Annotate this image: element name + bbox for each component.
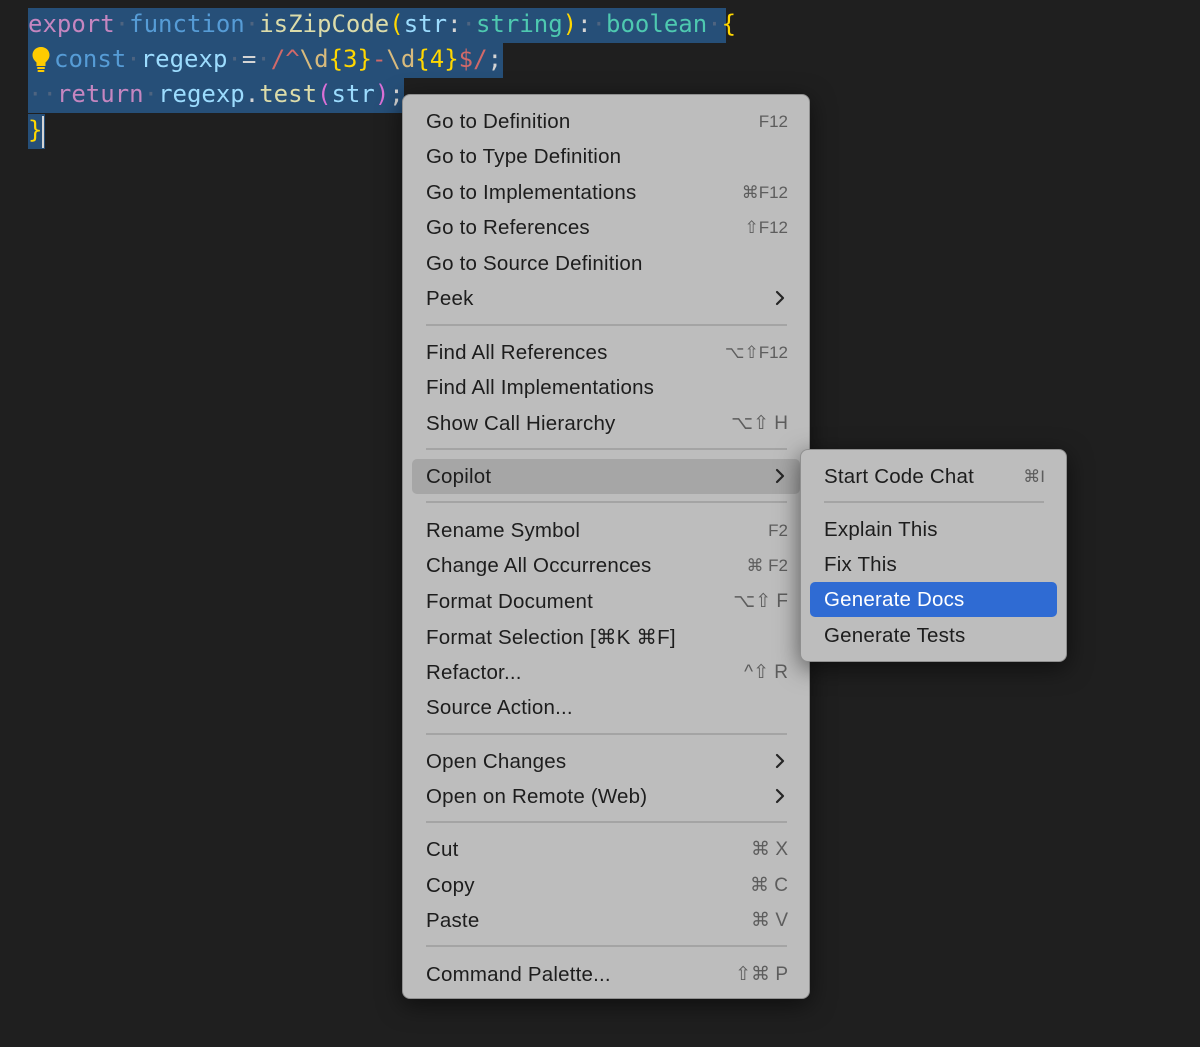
chevron-right-icon <box>770 786 790 806</box>
editor-context-menu: Go to Definition F12 Go to Type Definitio… <box>402 94 810 999</box>
menu-separator <box>824 501 1044 503</box>
menu-item-peek[interactable]: Peek <box>412 281 800 316</box>
menu-item-generate-tests[interactable]: Generate Tests <box>810 618 1057 653</box>
code-line-1[interactable]: export·function·isZipCode(str:·string):·… <box>28 8 736 43</box>
menu-separator <box>426 945 787 947</box>
menu-item-find-all-references[interactable]: Find All References ⌥⇧F12 <box>412 335 800 370</box>
text-cursor <box>42 116 44 148</box>
menu-item-go-to-source-definition[interactable]: Go to Source Definition <box>412 246 800 281</box>
regex-quantifier-2: {4} <box>415 45 459 73</box>
menu-item-go-to-definition[interactable]: Go to Definition F12 <box>412 104 800 139</box>
regex-digit-1: \d <box>299 45 329 73</box>
menu-item-go-to-type-definition[interactable]: Go to Type Definition <box>412 139 800 174</box>
chevron-right-icon <box>770 751 790 771</box>
menu-item-open-changes[interactable]: Open Changes <box>412 744 800 779</box>
param-name: str <box>403 10 448 38</box>
menu-item-rename-symbol[interactable]: Rename Symbol F2 <box>412 513 800 548</box>
menu-item-change-all-occurrences[interactable]: Change All Occurrences ⌘ F2 <box>412 548 800 583</box>
return-type: boolean <box>606 10 708 38</box>
method-name: test <box>259 80 318 108</box>
chevron-right-icon <box>770 288 790 308</box>
menu-item-fix-this[interactable]: Fix This <box>810 547 1057 582</box>
menu-item-refactor[interactable]: Refactor... ^⇧ R <box>412 655 800 690</box>
function-name: isZipCode <box>259 10 390 38</box>
menu-item-format-selection[interactable]: Format Selection [⌘K ⌘F] <box>412 619 800 654</box>
menu-item-copy[interactable]: Copy ⌘ C <box>412 868 800 903</box>
menu-item-start-code-chat[interactable]: Start Code Chat ⌘I <box>810 459 1057 494</box>
menu-item-open-on-remote[interactable]: Open on Remote (Web) <box>412 779 800 814</box>
function-keyword: function <box>129 10 245 38</box>
const-keyword: const <box>54 45 127 73</box>
object-name: regexp <box>158 80 245 108</box>
regex-open: /^ <box>270 45 300 73</box>
variable-name: regexp <box>140 45 228 73</box>
regex-dash: - <box>371 45 387 73</box>
copilot-submenu: Start Code Chat ⌘I Explain This Fix This … <box>800 449 1067 662</box>
menu-separator <box>426 821 787 823</box>
code-line-2[interactable]: const·regexp·=·/^\d{3}-\d{4}$/; <box>28 43 503 78</box>
menu-item-find-all-implementations[interactable]: Find All Implementations <box>412 370 800 405</box>
regex-digit-2: \d <box>386 45 416 73</box>
menu-item-command-palette[interactable]: Command Palette... ⇧⌘ P <box>412 957 800 992</box>
return-keyword: return <box>56 80 144 108</box>
menu-item-go-to-implementations[interactable]: Go to Implementations ⌘F12 <box>412 175 800 210</box>
menu-item-source-action[interactable]: Source Action... <box>412 690 800 725</box>
menu-separator <box>426 324 787 326</box>
chevron-right-icon <box>770 466 790 486</box>
argument-name: str <box>331 80 375 108</box>
regex-close: $/ <box>458 45 488 73</box>
menu-item-paste[interactable]: Paste ⌘ V <box>412 903 800 938</box>
code-line-3[interactable]: ··return·regexp.test(str); <box>28 78 404 113</box>
menu-separator <box>426 733 787 735</box>
lightbulb-icon[interactable] <box>28 43 54 76</box>
menu-item-explain-this[interactable]: Explain This <box>810 512 1057 547</box>
menu-item-format-document[interactable]: Format Document ⌥⇧ F <box>412 584 800 619</box>
menu-item-go-to-references[interactable]: Go to References ⇧F12 <box>412 210 800 245</box>
menu-item-cut[interactable]: Cut ⌘ X <box>412 832 800 867</box>
param-type: string <box>475 10 563 38</box>
menu-item-generate-docs[interactable]: Generate Docs <box>810 582 1057 617</box>
export-keyword: export <box>28 10 115 38</box>
menu-item-copilot[interactable]: Copilot <box>412 459 800 494</box>
regex-quantifier-1: {3} <box>328 45 372 73</box>
menu-separator <box>426 448 787 450</box>
menu-separator <box>426 501 787 503</box>
menu-item-show-call-hierarchy[interactable]: Show Call Hierarchy ⌥⇧ H <box>412 406 800 441</box>
